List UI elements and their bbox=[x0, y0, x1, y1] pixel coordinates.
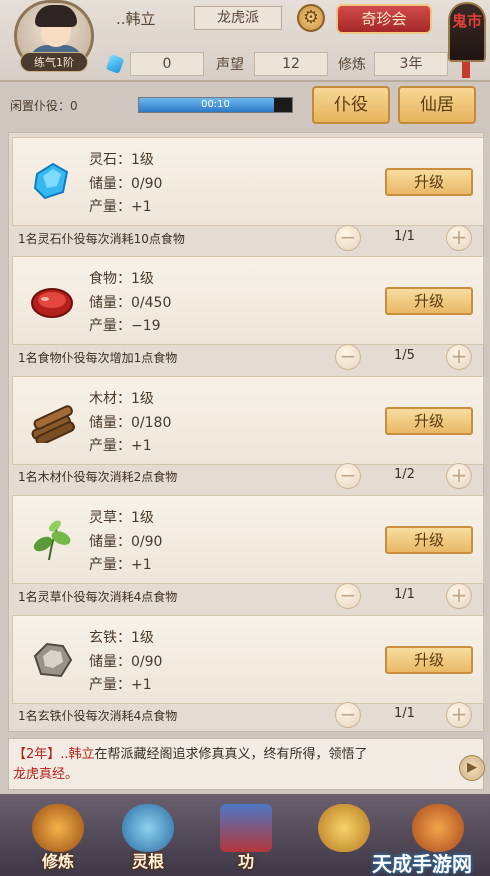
resource-card-spirit-herb: 灵草：1级 储量：0/90 产量：+1 升级 bbox=[12, 495, 484, 584]
resource-storage: 储量：0/90 bbox=[89, 654, 163, 670]
food-meat-icon bbox=[27, 279, 77, 323]
minus-icon[interactable]: − bbox=[335, 463, 361, 489]
black-iron-icon bbox=[27, 638, 77, 682]
spirit-herb-icon bbox=[27, 518, 77, 562]
resource-level: 食物：1级 bbox=[89, 271, 154, 287]
cultivate-icon bbox=[32, 804, 84, 852]
servant-count: 1/1 bbox=[394, 706, 415, 721]
resource-level: 灵石：1级 bbox=[89, 152, 154, 168]
log-year: 【2年】 bbox=[13, 747, 61, 762]
plus-icon[interactable]: + bbox=[446, 583, 472, 609]
log-message: 在帮派藏经阁追求修真真义，终有所得，领悟了 bbox=[94, 747, 368, 762]
spirit-stone-icon bbox=[105, 54, 125, 74]
servant-control-spirit-herb: 1名灵草仆役每次消耗4点食物 − 1/1 + bbox=[12, 581, 484, 611]
servant-rule-text: 1名玄铁仆役每次消耗4点食物 bbox=[18, 709, 178, 723]
resource-level: 灵草：1级 bbox=[89, 510, 154, 526]
avatar-hair bbox=[35, 5, 77, 27]
spirit-root-icon bbox=[122, 804, 174, 852]
resource-storage: 储量：0/90 bbox=[89, 534, 163, 550]
event-log: 【2年】..韩立在帮派藏经阁追求修真真义，终有所得，领悟了 龙虎真经。 ▶ bbox=[8, 738, 485, 790]
servant-count: 1/2 bbox=[394, 467, 415, 482]
minus-icon[interactable]: − bbox=[335, 344, 361, 370]
servant-control-spirit-stone: 1名灵石仆役每次消耗10点食物 − 1/1 + bbox=[12, 223, 484, 253]
resource-card-wood: 木材：1级 储量：0/180 产量：+1 升级 bbox=[12, 376, 484, 465]
resource-level: 木材：1级 bbox=[89, 391, 154, 407]
gear-icon[interactable]: ⚙ bbox=[297, 4, 325, 32]
servant-count: 1/1 bbox=[394, 229, 415, 244]
tab-immortal-residence[interactable]: 仙居 bbox=[398, 86, 476, 124]
nav-skills[interactable]: 功 bbox=[206, 798, 286, 874]
sect-name: 龙虎派 bbox=[194, 6, 282, 30]
cultivation-value: 3年 bbox=[374, 52, 448, 76]
resource-storage: 储量：0/180 bbox=[89, 415, 172, 431]
upgrade-button-black-iron[interactable]: 升级 bbox=[385, 646, 473, 674]
log-skill: 龙虎真经。 bbox=[13, 767, 79, 782]
servant-control-wood: 1名木材仆役每次消耗2点食物 − 1/2 + bbox=[12, 461, 484, 491]
tab-servants[interactable]: 仆役 bbox=[312, 86, 390, 124]
servant-count: 1/5 bbox=[394, 348, 415, 363]
upgrade-button-spirit-herb[interactable]: 升级 bbox=[385, 526, 473, 554]
ghost-market-button[interactable]: 鬼市 bbox=[448, 2, 486, 62]
resource-output: 产量：−19 bbox=[89, 318, 161, 334]
watermark-text: 天成手游网 bbox=[372, 852, 472, 876]
nav-spirit-root[interactable]: 灵根 bbox=[108, 798, 188, 874]
spirit-stone-icon bbox=[27, 160, 77, 204]
resource-output: 产量：+1 bbox=[89, 438, 152, 454]
resource-storage: 储量：0/90 bbox=[89, 176, 163, 192]
log-player-name: ..韩立 bbox=[60, 747, 95, 762]
nav-spirit-root-label: 灵根 bbox=[131, 852, 164, 871]
wood-logs-icon bbox=[27, 399, 77, 446]
minus-icon[interactable]: − bbox=[335, 225, 361, 251]
minus-icon[interactable]: − bbox=[335, 702, 361, 728]
upgrade-button-wood[interactable]: 升级 bbox=[385, 407, 473, 435]
top-bar: 练气1阶 ..韩立 龙虎派 ⚙ 奇珍会 鬼市 0 声望 12 修炼 3年 bbox=[0, 0, 490, 82]
plus-icon[interactable]: + bbox=[446, 702, 472, 728]
plus-icon[interactable]: + bbox=[446, 225, 472, 251]
idle-timer-bar: 00:10 bbox=[138, 97, 293, 113]
nav-skills-label: 功 bbox=[237, 852, 254, 871]
resource-level: 玄铁：1级 bbox=[89, 630, 154, 646]
upgrade-button-spirit-stone[interactable]: 升级 bbox=[385, 168, 473, 196]
event-log-text: 【2年】..韩立在帮派藏经阁追求修真真义，终有所得，领悟了 龙虎真经。 bbox=[13, 745, 453, 785]
servant-control-food: 1名食物仆役每次增加1点食物 − 1/5 + bbox=[12, 342, 484, 372]
skills-icon bbox=[220, 804, 272, 852]
idle-timer-text: 00:10 bbox=[201, 99, 230, 110]
player-name: ..韩立 bbox=[116, 10, 156, 28]
plus-icon[interactable]: + bbox=[446, 344, 472, 370]
servant-rule-text: 1名灵草仆役每次消耗4点食物 bbox=[18, 590, 178, 604]
idle-servants-label: 闲置仆役：0 bbox=[10, 99, 78, 113]
servant-control-black-iron: 1名玄铁仆役每次消耗4点食物 − 1/1 + bbox=[12, 700, 484, 730]
plus-icon[interactable]: + bbox=[446, 463, 472, 489]
gourd-icon bbox=[412, 804, 464, 852]
resource-storage: 储量：0/450 bbox=[89, 295, 172, 311]
resource-output: 产量：+1 bbox=[89, 677, 152, 693]
minus-icon[interactable]: − bbox=[335, 583, 361, 609]
servant-rule-text: 1名灵石仆役每次消耗10点食物 bbox=[18, 232, 185, 246]
resource-output: 产量：+1 bbox=[89, 557, 152, 573]
next-arrow-icon[interactable]: ▶ bbox=[459, 755, 485, 781]
resource-card-black-iron: 玄铁：1级 储量：0/90 产量：+1 升级 bbox=[12, 615, 484, 704]
resource-card-spirit-stone: 灵石：1级 储量：0/90 产量：+1 升级 bbox=[12, 137, 484, 226]
treasure-shop-button[interactable]: 奇珍会 bbox=[336, 4, 432, 34]
reputation-label: 声望 bbox=[216, 57, 244, 73]
spirit-stone-count: 0 bbox=[130, 52, 204, 76]
rank-badge: 练气1阶 bbox=[20, 52, 88, 72]
upgrade-button-food[interactable]: 升级 bbox=[385, 287, 473, 315]
servant-rule-text: 1名食物仆役每次增加1点食物 bbox=[18, 351, 178, 365]
reputation-value: 12 bbox=[254, 52, 328, 76]
servant-rule-text: 1名木材仆役每次消耗2点食物 bbox=[18, 470, 178, 484]
market-tassel bbox=[462, 62, 470, 78]
resource-card-food: 食物：1级 储量：0/450 产量：−19 升级 bbox=[12, 256, 484, 345]
nav-cultivate[interactable]: 修炼 bbox=[18, 798, 98, 874]
cultivation-label: 修炼 bbox=[338, 57, 366, 73]
nav-cultivate-label: 修炼 bbox=[41, 852, 74, 871]
servant-count: 1/1 bbox=[394, 587, 415, 602]
treasure-chest-icon bbox=[318, 804, 370, 852]
resource-output: 产量：+1 bbox=[89, 199, 152, 215]
